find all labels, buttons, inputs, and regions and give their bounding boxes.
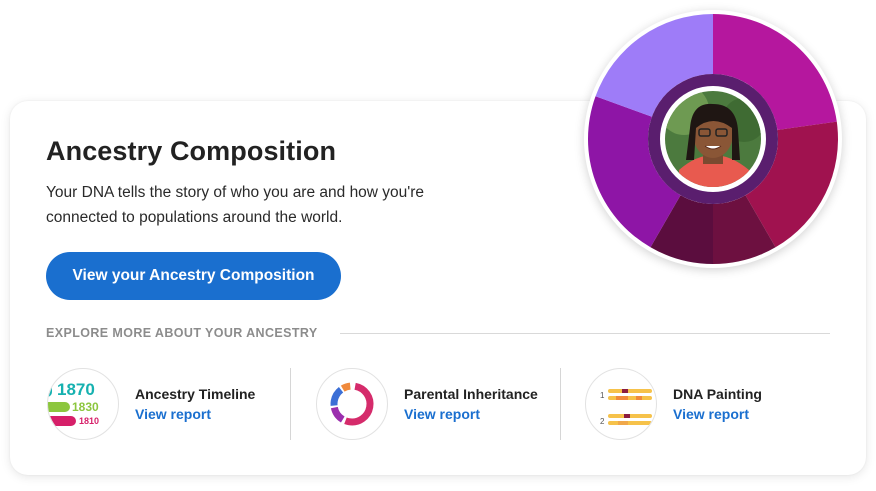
dna-painting-icon: 1 2 — [585, 368, 657, 440]
description: Your DNA tells the story of who you are … — [46, 184, 425, 226]
report-divider — [560, 368, 561, 440]
view-report-link[interactable]: View report — [135, 406, 211, 422]
chromosome-label: 2 — [600, 417, 605, 426]
timeline-year-1870: 1870 — [57, 380, 95, 399]
report-divider — [290, 368, 291, 440]
chromosome-label: 1 — [600, 391, 605, 400]
view-report-link[interactable]: View report — [673, 406, 749, 422]
donut-chart — [588, 14, 838, 264]
page-title: Ancestry Composition — [46, 136, 337, 166]
timeline-year-1810: 1810 — [79, 416, 100, 426]
ancestry-composition-donut — [584, 10, 842, 268]
report-name: Parental Inheritance — [404, 386, 538, 402]
ancestry-timeline-icon: 1870 1830 1810 — [47, 368, 119, 440]
report-name: DNA Painting — [673, 386, 762, 402]
view-report-link[interactable]: View report — [404, 406, 480, 422]
timeline-bar-1870 — [48, 383, 52, 397]
report-dna-painting[interactable]: 1 2 DNA Painting View report — [585, 368, 815, 440]
view-ancestry-composition-button[interactable]: View your Ancestry Composition — [46, 252, 341, 300]
timeline-bar-1830 — [48, 402, 70, 412]
section-divider — [340, 333, 830, 334]
parental-inheritance-icon — [316, 368, 388, 440]
report-parental-inheritance[interactable]: Parental Inheritance View report — [316, 368, 546, 440]
explore-section-label: EXPLORE MORE ABOUT YOUR ANCESTRY — [46, 326, 318, 340]
report-ancestry-timeline[interactable]: 1870 1830 1810 Ancestry Timeline View re… — [47, 368, 277, 440]
report-name: Ancestry Timeline — [135, 386, 256, 402]
timeline-year-1830: 1830 — [72, 400, 99, 414]
timeline-bar-1810 — [48, 416, 76, 426]
